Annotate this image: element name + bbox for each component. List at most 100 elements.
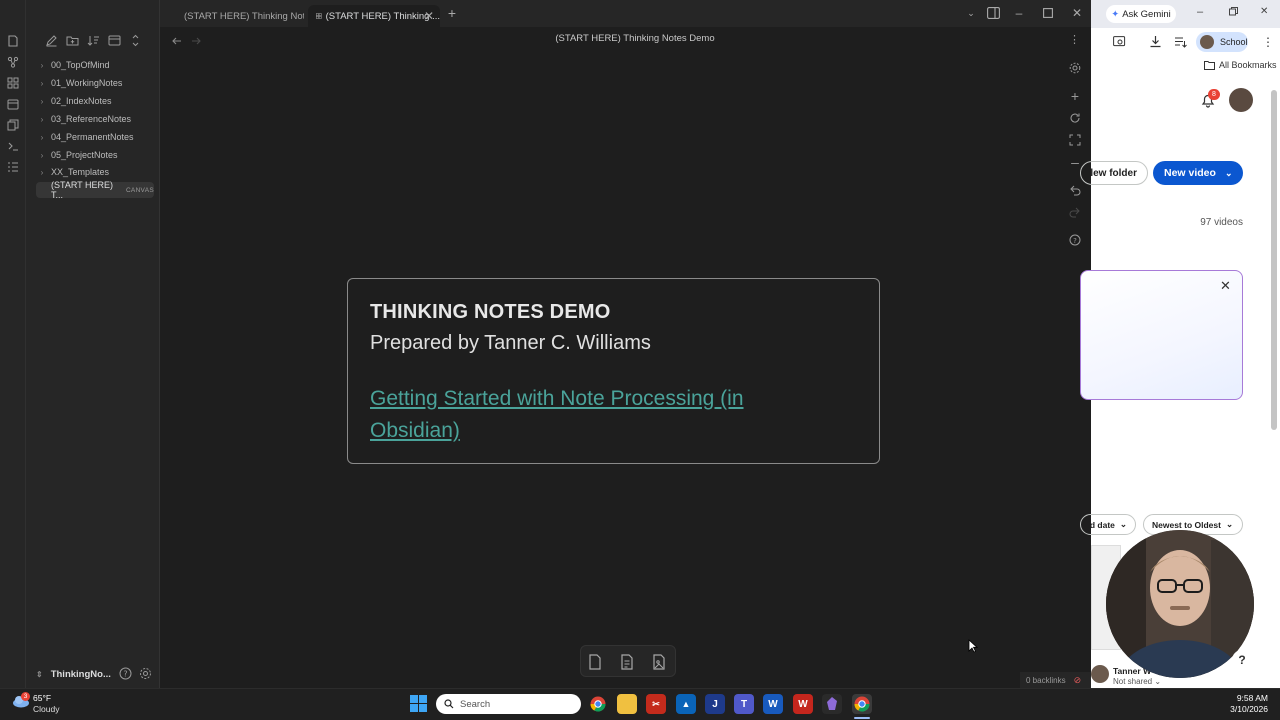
new-video-button[interactable]: New video ⌄: [1153, 161, 1243, 185]
daily-note-icon[interactable]: [5, 96, 21, 112]
collapse-all-icon[interactable]: [129, 34, 143, 48]
sharing-status[interactable]: Not shared ⌄: [1113, 677, 1161, 686]
close-window-icon[interactable]: ✕: [1068, 5, 1086, 21]
add-note-icon[interactable]: [618, 653, 636, 671]
chrome-active-taskbar-icon[interactable]: [852, 694, 872, 714]
all-bookmarks[interactable]: All Bookmarks: [1204, 60, 1277, 70]
sort-field-dropdown[interactable]: d date ⌄: [1080, 514, 1136, 535]
getting-started-link[interactable]: Getting Started with Note Processing (in…: [370, 383, 790, 447]
weather-desc: Cloudy: [33, 704, 60, 714]
redo-icon[interactable]: [1067, 204, 1083, 220]
chrome-scrollbar[interactable]: [1271, 90, 1277, 430]
new-folder-button[interactable]: lew folder: [1080, 161, 1148, 185]
folder-01-workingnotes[interactable]: › 01_WorkingNotes: [36, 75, 154, 91]
chevron-right-icon: ›: [40, 78, 44, 88]
backlinks-count: 0 backlinks: [1026, 675, 1066, 685]
outline-icon[interactable]: [5, 159, 21, 175]
minimize-icon[interactable]: –: [1010, 5, 1028, 21]
ask-gemini-button[interactable]: ✦ Ask Gemini: [1106, 5, 1176, 23]
file-explorer-taskbar-icon[interactable]: [617, 694, 637, 714]
clock-time[interactable]: 9:58 AM: [1228, 693, 1268, 703]
download-icon[interactable]: [1149, 35, 1162, 48]
close-banner-icon[interactable]: ✕: [1220, 278, 1231, 294]
chrome-menu-icon[interactable]: ⋮: [1262, 35, 1274, 49]
canvas-help-icon[interactable]: ?: [1067, 232, 1083, 248]
canvas-settings-icon[interactable]: [1067, 60, 1083, 76]
maximize-icon[interactable]: [1039, 5, 1057, 21]
sharing-label: Not shared: [1113, 677, 1153, 686]
command-palette-icon[interactable]: [5, 138, 21, 154]
windows-start-icon[interactable]: [410, 695, 427, 712]
new-note-icon[interactable]: [45, 34, 59, 48]
word-taskbar-icon[interactable]: W: [763, 694, 783, 714]
folder-04-permanentnotes[interactable]: › 04_PermanentNotes: [36, 129, 154, 145]
new-tab-icon[interactable]: +: [443, 5, 461, 21]
canvas-text-card[interactable]: THINKING NOTES DEMO Prepared by Tanner C…: [347, 278, 880, 464]
undo-icon[interactable]: [1067, 182, 1083, 198]
profile-label: School: [1220, 37, 1248, 47]
card-subheading: Prepared by Tanner C. Williams: [370, 332, 651, 354]
folder-05-projectnotes[interactable]: › 05_ProjectNotes: [36, 147, 154, 163]
obsidian-taskbar-icon[interactable]: [822, 694, 842, 714]
more-options-icon[interactable]: ⋮: [1069, 33, 1080, 46]
sort-icon[interactable]: [87, 34, 101, 48]
teams-taskbar-icon[interactable]: T: [734, 694, 754, 714]
new-folder-icon[interactable]: [66, 34, 80, 48]
tab-label: (START HERE) Thinking Not...: [184, 10, 304, 22]
folder-xx-templates[interactable]: › XX_Templates: [36, 164, 154, 180]
reading-list-icon[interactable]: [1174, 35, 1187, 48]
chevron-right-icon: ›: [40, 60, 44, 70]
chevron-right-icon: ›: [40, 114, 44, 124]
chrome-restore-icon[interactable]: [1229, 7, 1238, 16]
account-avatar[interactable]: [1229, 88, 1253, 112]
toggle-right-sidebar-icon[interactable]: [984, 5, 1002, 21]
obsidian-title-bar: [0, 0, 1091, 27]
add-media-icon[interactable]: [650, 653, 668, 671]
pdf-reader-taskbar-icon[interactable]: W: [793, 694, 813, 714]
new-video-label: New video: [1164, 167, 1216, 179]
auto-reveal-icon[interactable]: [108, 34, 122, 48]
file-start-here-canvas[interactable]: (START HERE) T... CANVAS: [36, 180, 154, 200]
chrome-minimize-icon[interactable]: –: [1197, 6, 1203, 18]
tab-label: (START HERE) Thinking ...: [325, 10, 440, 22]
folder-label: 03_ReferenceNotes: [51, 114, 132, 124]
chevron-down-icon: ⌄: [1225, 519, 1234, 529]
zoom-in-icon[interactable]: +: [1067, 88, 1083, 104]
help-button[interactable]: ?: [1232, 650, 1252, 670]
backlinks-status[interactable]: 0 backlinks ⊘: [1020, 672, 1091, 688]
chrome-close-icon[interactable]: ✕: [1260, 6, 1268, 17]
weather-temp[interactable]: 65°F: [33, 693, 51, 703]
tab-start-here-2[interactable]: (START HERE) Thinking ... ✕: [308, 5, 440, 27]
promo-banner: ✕: [1080, 270, 1243, 400]
folder-03-referencenotes[interactable]: › 03_ReferenceNotes: [36, 111, 154, 127]
photos-taskbar-icon[interactable]: ▲: [676, 694, 696, 714]
tab-start-here-1[interactable]: (START HERE) Thinking Not...: [172, 5, 304, 27]
sync-off-icon[interactable]: ⊘: [1074, 675, 1082, 686]
add-card-icon[interactable]: [586, 653, 604, 671]
folder-02-indexnotes[interactable]: › 02_IndexNotes: [36, 93, 154, 109]
vault-switcher[interactable]: ⇕ ThinkingNo...: [36, 666, 156, 682]
folder-icon: [1204, 61, 1215, 70]
open-quick-switcher-icon[interactable]: [5, 33, 21, 49]
graph-view-icon[interactable]: [5, 54, 21, 70]
tab-list-chevron-icon[interactable]: ⌄: [962, 5, 980, 21]
chrome-taskbar-icon[interactable]: [588, 694, 608, 714]
zoom-to-fit-icon[interactable]: [1067, 132, 1083, 148]
all-bookmarks-label: All Bookmarks: [1219, 60, 1277, 70]
profile-chip[interactable]: School: [1196, 32, 1248, 52]
new-folder-label: lew folder: [1090, 167, 1137, 179]
weather-badge: 3: [21, 692, 30, 701]
folder-label: 05_ProjectNotes: [51, 150, 118, 160]
snipping-tool-taskbar-icon[interactable]: ✂: [646, 694, 666, 714]
templates-icon[interactable]: [5, 117, 21, 133]
taskbar-search-input[interactable]: Search: [436, 694, 581, 714]
canvas-icon[interactable]: [5, 75, 21, 91]
lens-search-icon[interactable]: [1113, 36, 1126, 48]
left-ribbon: [0, 0, 26, 688]
settings-gear-icon[interactable]: [139, 667, 153, 681]
folder-00-topofmind[interactable]: › 00_TopOfMind: [36, 57, 154, 73]
joplin-taskbar-icon[interactable]: J: [705, 694, 725, 714]
help-icon[interactable]: ?: [119, 667, 133, 681]
close-tab-icon[interactable]: ✕: [424, 9, 434, 23]
reset-zoom-icon[interactable]: [1067, 110, 1083, 126]
